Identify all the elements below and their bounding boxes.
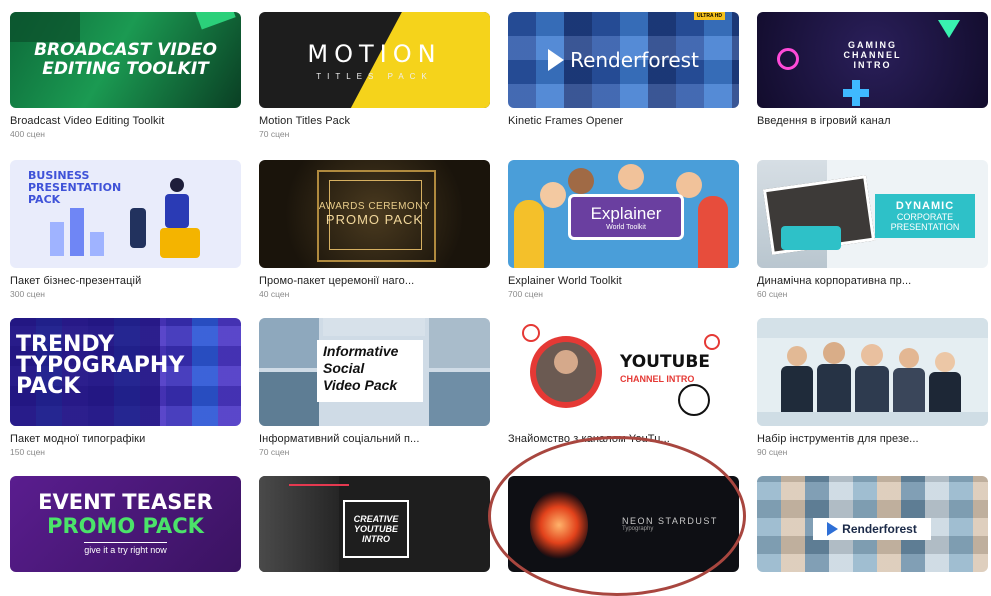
template-title[interactable]: Пакет бізнес-презентацій: [10, 275, 241, 287]
scene-count: 400 сцен: [10, 129, 45, 139]
thumb-title-line: YOUTUBE: [353, 524, 398, 534]
template-title[interactable]: Kinetic Frames Opener: [508, 115, 739, 127]
template-title[interactable]: Explainer World Toolkit: [508, 275, 739, 287]
brand-logo-text: Renderforest: [570, 48, 699, 72]
template-card[interactable]: DYNAMIC CORPORATE PRESENTATION Динамічна…: [757, 160, 988, 299]
thumb-title-line: PACK: [16, 374, 81, 399]
template-thumbnail[interactable]: [757, 318, 988, 426]
thumb-subtitle: Typography: [622, 526, 654, 532]
thumb-title-line: PACK: [28, 193, 61, 206]
thumb-title-line: CORPORATE: [896, 212, 954, 222]
template-thumbnail[interactable]: NEON STARDUST Typography: [508, 476, 739, 572]
thumb-title-line: INTRO: [362, 534, 390, 544]
thumb-title-line: AWARDS CEREMONY: [318, 201, 431, 212]
template-card[interactable]: BROADCAST VIDEO EDITING TOOLKIT Broadcas…: [10, 12, 241, 139]
template-card[interactable]: Informative Social Video Pack Інформатив…: [259, 318, 490, 457]
thumb-subtitle: TITLES PACK: [316, 71, 433, 81]
thumb-subtitle: World Toolkit: [606, 223, 646, 231]
template-card[interactable]: Набір інструментів для презе... 90 сцен: [757, 318, 988, 457]
template-card[interactable]: Renderforest: [757, 476, 988, 572]
template-thumbnail[interactable]: BUSINESS PRESENTATION PACK: [10, 160, 241, 268]
template-card[interactable]: AWARDS CEREMONY PROMO PACK Промо-пакет ц…: [259, 160, 490, 299]
template-thumbnail[interactable]: EVENT TEASER PROMO PACK give it a try ri…: [10, 476, 241, 572]
template-thumbnail[interactable]: ULTRA HD Renderforest: [508, 12, 739, 108]
scene-count: 150 сцен: [10, 447, 45, 457]
template-title[interactable]: Пакет модної типографіки: [10, 433, 241, 445]
thumb-title-line: PRESENTATION: [890, 222, 960, 232]
template-card[interactable]: TRENDY TYPOGRAPHY PACK Пакет модної типо…: [10, 318, 241, 457]
scene-count: 700 сцен: [508, 289, 543, 299]
thumb-title-line: TYPOGRAPHY: [16, 353, 185, 378]
template-thumbnail[interactable]: TRENDY TYPOGRAPHY PACK: [10, 318, 241, 426]
template-card[interactable]: Explainer World Toolkit Explainer World …: [508, 160, 739, 299]
play-logo-icon: [548, 49, 565, 71]
thumb-title-line: CREATIVE: [353, 514, 399, 524]
template-thumbnail[interactable]: GAMING CHANNEL INTRO: [757, 12, 988, 108]
thumb-title-line: EVENT TEASER: [38, 490, 213, 514]
template-card[interactable]: YOUTUBE CHANNEL INTRO Знайомство з канал…: [508, 318, 739, 447]
template-thumbnail[interactable]: MOTION TITLES PACK: [259, 12, 490, 108]
template-card[interactable]: CREATIVE YOUTUBE INTRO: [259, 476, 490, 572]
template-title[interactable]: Набір інструментів для презе...: [757, 433, 988, 445]
template-title[interactable]: Інформативний соціальний п...: [259, 433, 490, 445]
template-thumbnail[interactable]: DYNAMIC CORPORATE PRESENTATION: [757, 160, 988, 268]
template-title[interactable]: Motion Titles Pack: [259, 115, 490, 127]
thumb-title-line: Explainer: [590, 203, 662, 223]
thumb-title-line: NEON STARDUST: [622, 516, 718, 526]
thumb-title-line: MOTION: [307, 39, 442, 68]
scene-count: 70 сцен: [259, 129, 290, 139]
thumb-title-line: PROMO PACK: [325, 212, 424, 227]
scene-count: 90 сцен: [757, 447, 788, 457]
template-title[interactable]: Broadcast Video Editing Toolkit: [10, 115, 241, 127]
template-thumbnail[interactable]: AWARDS CEREMONY PROMO PACK: [259, 160, 490, 268]
thumb-title-line: Social: [323, 360, 365, 376]
scene-count: 40 сцен: [259, 289, 290, 299]
template-thumbnail[interactable]: Informative Social Video Pack: [259, 318, 490, 426]
template-thumbnail[interactable]: CREATIVE YOUTUBE INTRO: [259, 476, 490, 572]
thumb-title-line: EDITING TOOLKIT: [42, 59, 209, 79]
template-title[interactable]: Промо-пакет церемонії наго...: [259, 275, 490, 287]
template-thumbnail[interactable]: Renderforest: [757, 476, 988, 572]
template-card[interactable]: EVENT TEASER PROMO PACK give it a try ri…: [10, 476, 241, 572]
scene-count: 70 сцен: [259, 447, 290, 457]
thumb-title-line: Informative: [323, 343, 399, 359]
template-card[interactable]: BUSINESS PRESENTATION PACK Пакет бізнес-…: [10, 160, 241, 299]
thumb-title-line: DYNAMIC: [895, 200, 955, 212]
template-thumbnail[interactable]: YOUTUBE CHANNEL INTRO: [508, 318, 739, 426]
scene-count: 300 сцен: [10, 289, 45, 299]
template-card[interactable]: NEON STARDUST Typography: [508, 476, 739, 572]
template-card[interactable]: ULTRA HD Renderforest Kinetic Frames Ope…: [508, 12, 739, 129]
play-logo-icon: [827, 522, 839, 536]
template-card[interactable]: MOTION TITLES PACK Motion Titles Pack 70…: [259, 12, 490, 139]
thumb-title-line: INTRO: [853, 60, 892, 70]
template-title[interactable]: Знайомство з каналом YouTu...: [508, 433, 739, 445]
thumb-title-line: CHANNEL INTRO: [620, 374, 695, 384]
template-thumbnail[interactable]: BROADCAST VIDEO EDITING TOOLKIT: [10, 12, 241, 108]
template-card[interactable]: GAMING CHANNEL INTRO Введення в ігровий …: [757, 12, 988, 129]
template-title[interactable]: Введення в ігровий канал: [757, 115, 988, 127]
thumb-title-line: BROADCAST VIDEO: [34, 40, 217, 60]
thumb-title-line: PROMO PACK: [47, 514, 204, 538]
thumb-title-line: GAMING: [848, 40, 897, 50]
thumb-tagline: give it a try right now: [84, 542, 167, 555]
template-title[interactable]: Динамічна корпоративна пр...: [757, 275, 988, 287]
thumb-title-line: CHANNEL: [843, 50, 902, 60]
brand-logo-text: Renderforest: [842, 522, 917, 536]
thumb-title-line: Video Pack: [323, 377, 398, 393]
scene-count: 60 сцен: [757, 289, 788, 299]
template-thumbnail[interactable]: Explainer World Toolkit: [508, 160, 739, 268]
thumb-title-line: YOUTUBE: [620, 352, 710, 372]
thumb-title-line: TRENDY: [16, 332, 114, 357]
